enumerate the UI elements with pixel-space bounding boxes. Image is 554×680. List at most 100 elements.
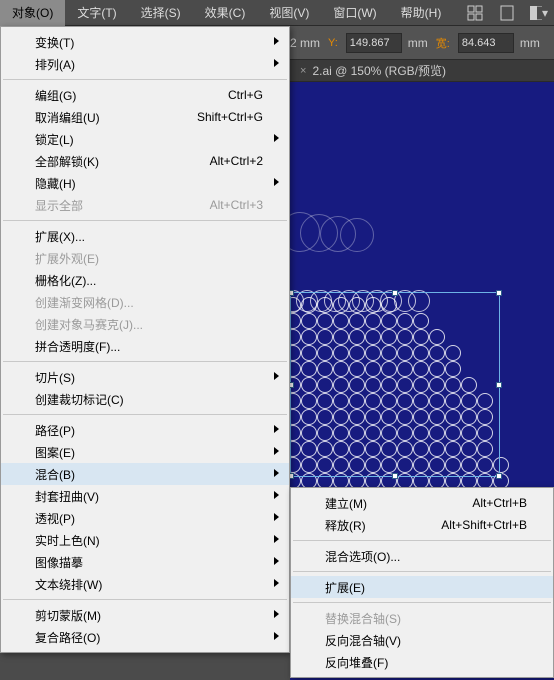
sm-item-label: 释放(R) [325,517,366,534]
dd-item-label: 取消编组(U) [35,109,100,126]
y-label: Y: [326,37,340,49]
menu-type[interactable]: 文字(T) [65,0,128,26]
dd-item-3[interactable]: 编组(G)Ctrl+G [1,84,289,106]
menu-object[interactable]: 对象(O) [0,0,65,26]
submenu-arrow-icon [274,37,279,45]
dd-item-18[interactable]: 创建裁切标记(C) [1,388,289,410]
dd-item-14: 创建对象马赛克(J)... [1,313,289,335]
dd-item-5[interactable]: 锁定(L) [1,128,289,150]
dd-shortcut: Ctrl+G [228,88,263,102]
sm-item-3[interactable]: 混合选项(O)... [291,545,553,567]
sm-item-label: 反向堆叠(F) [325,654,388,671]
dd-item-label: 路径(P) [35,422,75,439]
dd-item-label: 透视(P) [35,510,75,527]
close-tab-icon[interactable]: × [300,60,306,82]
dd-item-1[interactable]: 排列(A) [1,53,289,75]
blend-submenu: 建立(M)Alt+Ctrl+B释放(R)Alt+Shift+Ctrl+B 混合选项… [290,487,554,678]
dd-item-22[interactable]: 混合(B) [1,463,289,485]
menu-window[interactable]: 窗口(W) [321,0,388,26]
dd-item-6[interactable]: 全部解锁(K)Alt+Ctrl+2 [1,150,289,172]
doc-tab[interactable]: × 2.ai @ 150% (RGB/预览) [290,60,456,82]
dd-item-label: 显示全部 [35,197,83,214]
dd-item-label: 变换(T) [35,34,74,51]
dd-item-label: 隐藏(H) [35,175,76,192]
selection-box [290,292,500,477]
dd-item-label: 栅格化(Z)... [35,272,96,289]
dd-item-label: 创建渐变网格(D)... [35,294,134,311]
sm-sep [293,571,551,572]
dd-item-15[interactable]: 拼合透明度(F)... [1,335,289,357]
w-input[interactable] [458,33,514,53]
dd-item-label: 扩展外观(E) [35,250,99,267]
dd-item-17[interactable]: 切片(S) [1,366,289,388]
dd-sep [3,361,287,362]
dd-item-label: 扩展(X)... [35,228,85,245]
sm-item-1[interactable]: 释放(R)Alt+Shift+Ctrl+B [291,514,553,536]
menu-select[interactable]: 选择(S) [129,0,193,26]
dd-item-29[interactable]: 剪切蒙版(M) [1,604,289,626]
doc-icon[interactable] [498,4,516,22]
dd-item-label: 切片(S) [35,369,75,386]
toolbar-icons: ▾ [466,0,548,26]
dd-shortcut: Alt+Ctrl+2 [210,154,263,168]
dd-item-label: 封套扭曲(V) [35,488,99,505]
menu-help[interactable]: 帮助(H) [389,0,454,26]
w-label: 宽: [434,35,452,51]
dd-item-12[interactable]: 栅格化(Z)... [1,269,289,291]
sel-handle-bc[interactable] [392,473,398,479]
dd-item-label: 图案(E) [35,444,75,461]
submenu-arrow-icon [274,610,279,618]
dd-item-24[interactable]: 透视(P) [1,507,289,529]
dd-item-7[interactable]: 隐藏(H) [1,172,289,194]
dd-item-27[interactable]: 文本绕排(W) [1,573,289,595]
sel-handle-mr[interactable] [496,382,502,388]
submenu-arrow-icon [274,447,279,455]
sel-handle-tr[interactable] [496,290,502,296]
dd-item-21[interactable]: 图案(E) [1,441,289,463]
dd-item-4[interactable]: 取消编组(U) Shift+Ctrl+G [1,106,289,128]
dd-item-30[interactable]: 复合路径(O) [1,626,289,648]
submenu-arrow-icon [274,535,279,543]
sel-handle-ml[interactable] [290,382,294,388]
sm-item-label: 扩展(E) [325,579,365,596]
sm-item-8[interactable]: 反向混合轴(V) [291,629,553,651]
dd-item-8: 显示全部 Alt+Ctrl+3 [1,194,289,216]
sel-handle-tl[interactable] [290,290,294,296]
sm-item-5[interactable]: 扩展(E) [291,576,553,598]
dd-item-20[interactable]: 路径(P) [1,419,289,441]
dd-item-label: 拼合透明度(F)... [35,338,120,355]
dd-item-25[interactable]: 实时上色(N) [1,529,289,551]
grid-icon[interactable] [466,4,484,22]
submenu-arrow-icon [274,372,279,380]
dd-item-10[interactable]: 扩展(X)... [1,225,289,247]
dd-item-label: 创建裁切标记(C) [35,391,124,408]
sel-handle-br[interactable] [496,473,502,479]
dd-item-26[interactable]: 图像描摹 [1,551,289,573]
submenu-arrow-icon [274,425,279,433]
dd-sep [3,414,287,415]
dd-shortcut: Alt+Ctrl+3 [210,198,263,212]
dd-item-label: 混合(B) [35,466,75,483]
menu-view[interactable]: 视图(V) [257,0,321,26]
dd-item-23[interactable]: 封套扭曲(V) [1,485,289,507]
submenu-arrow-icon [274,178,279,186]
mm-label: mm [408,36,428,50]
dd-item-13: 创建渐变网格(D)... [1,291,289,313]
sm-item-0[interactable]: 建立(M)Alt+Ctrl+B [291,492,553,514]
submenu-arrow-icon [274,632,279,640]
menubar: 对象(O) 文字(T) 选择(S) 效果(C) 视图(V) 窗口(W) 帮助(H… [0,0,554,26]
dd-shortcut: Shift+Ctrl+G [197,110,263,124]
menu-effect[interactable]: 效果(C) [193,0,258,26]
sel-handle-tc[interactable] [392,290,398,296]
sm-item-9[interactable]: 反向堆叠(F) [291,651,553,673]
dd-sep [3,220,287,221]
sm-item-label: 替换混合轴(S) [325,610,401,627]
arrange-icon[interactable]: ▾ [530,4,548,22]
dd-item-11: 扩展外观(E) [1,247,289,269]
dd-item-label: 复合路径(O) [35,629,100,646]
dd-item-0[interactable]: 变换(T) [1,31,289,53]
sel-handle-bl[interactable] [290,473,294,479]
sm-item-label: 混合选项(O)... [325,548,400,565]
y-input[interactable] [346,33,402,53]
submenu-arrow-icon [274,134,279,142]
